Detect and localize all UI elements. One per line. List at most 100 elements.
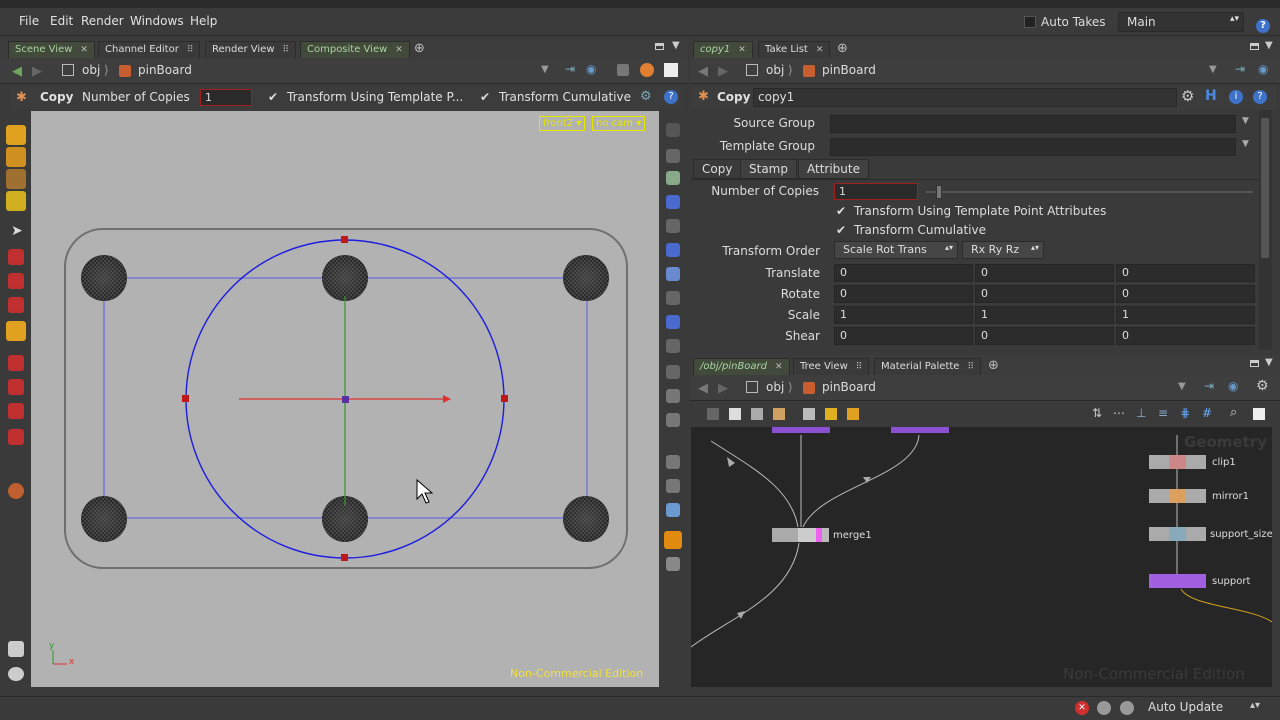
pin-icon[interactable]: ⠿ — [856, 362, 863, 372]
uv-icon[interactable] — [666, 315, 680, 329]
note-icon[interactable] — [825, 408, 837, 420]
scale-y[interactable]: 1 — [975, 306, 1114, 324]
search-icon[interactable]: ⌕ — [1230, 405, 1237, 420]
brush-tool-icon[interactable] — [6, 191, 26, 211]
help-icon[interactable]: ? — [1256, 19, 1270, 33]
move-tool-icon[interactable] — [8, 249, 24, 265]
auto-takes-toggle[interactable]: Auto Takes — [1024, 13, 1106, 31]
paint-tool-icon[interactable] — [6, 169, 26, 189]
menu-file[interactable]: File — [19, 14, 39, 28]
tab-attribute[interactable]: Attribute — [798, 159, 869, 179]
camera-icon[interactable] — [1253, 408, 1265, 420]
shear-x[interactable]: 0 — [834, 327, 973, 345]
display-icon[interactable] — [664, 63, 678, 77]
node-place-grid-2[interactable] — [891, 427, 949, 433]
list-icon[interactable] — [707, 408, 719, 420]
gear-icon[interactable]: ⚙ — [1181, 87, 1194, 105]
flipbook-icon[interactable] — [666, 479, 680, 493]
snap-icon[interactable]: ⋕ — [1180, 406, 1190, 420]
menu-render[interactable]: Render — [81, 14, 124, 28]
lights-icon[interactable] — [666, 389, 680, 403]
node-name-field[interactable]: copy1 — [753, 88, 1177, 107]
copies-slider-track[interactable] — [926, 191, 1253, 193]
scale-x[interactable]: 1 — [834, 306, 973, 324]
tab-copy1[interactable]: copy1 ✕ — [693, 41, 753, 59]
translate-y[interactable]: 0 — [975, 264, 1114, 282]
tab-material-palette[interactable]: Material Palette ⠿ — [874, 358, 982, 376]
update-mode[interactable]: Auto Update — [1148, 700, 1223, 714]
link-icon[interactable]: ◉ — [1228, 379, 1238, 393]
link-icon[interactable]: ◉ — [1258, 62, 1268, 76]
path-root[interactable]: obj — [766, 63, 784, 77]
error-icon[interactable]: ✕ — [1075, 701, 1089, 715]
link-icon[interactable]: ◉ — [586, 62, 596, 76]
gear-icon[interactable]: ⚙ — [1256, 378, 1269, 394]
node-mirror1[interactable] — [1149, 489, 1206, 503]
tool-settings-icon[interactable]: ⚙ — [640, 89, 652, 104]
copies-slider-handle[interactable] — [936, 185, 942, 199]
visualize-icon[interactable] — [666, 413, 680, 427]
layout-icon[interactable] — [664, 531, 682, 549]
param-scroll-thumb[interactable] — [1261, 118, 1269, 258]
rotate-z[interactable]: 0 — [1116, 285, 1255, 303]
rotate-x[interactable]: 0 — [834, 285, 973, 303]
sort-icon[interactable]: ⇅ — [1092, 406, 1102, 420]
back-icon[interactable]: ◀ — [698, 381, 708, 396]
node-support-size[interactable] — [1149, 527, 1206, 541]
node-merge1[interactable] — [772, 528, 829, 542]
light-icon[interactable] — [640, 63, 654, 77]
tab-channel-editor[interactable]: Channel Editor ⠿ — [98, 41, 201, 59]
pane-menu-icon[interactable]: ▼ — [1265, 357, 1273, 368]
path-root[interactable]: obj — [766, 380, 784, 394]
camera-icon[interactable] — [8, 667, 24, 681]
render-icon[interactable] — [8, 483, 24, 499]
pivot-handle[interactable] — [342, 396, 349, 403]
path-root[interactable]: obj — [82, 63, 100, 77]
magnet-icon[interactable] — [8, 429, 24, 445]
snap-prim-icon[interactable] — [8, 379, 24, 395]
checkmark-icon[interactable]: ✔ — [480, 90, 490, 104]
translate-z[interactable]: 0 — [1116, 264, 1255, 282]
checkmark-icon[interactable]: ✔ — [836, 223, 846, 237]
maximize-icon[interactable] — [1250, 360, 1259, 367]
copies-field[interactable]: 1 — [200, 89, 252, 106]
dots-icon[interactable]: ⋯ — [1113, 406, 1125, 420]
path-node[interactable]: pinBoard — [822, 63, 876, 77]
add-tab-icon[interactable]: ⊕ — [988, 358, 999, 373]
grid-view-icon[interactable] — [773, 408, 785, 420]
add-tab-icon[interactable]: ⊕ — [414, 41, 425, 56]
camera-lock-icon[interactable] — [666, 557, 680, 571]
forward-icon[interactable]: ▶ — [718, 64, 728, 79]
path-dropdown-icon[interactable]: ▼ — [1178, 381, 1186, 392]
render-region-icon[interactable] — [666, 503, 680, 517]
pin-icon[interactable]: ⇥ — [565, 62, 575, 76]
dropdown-icon[interactable]: ▼ — [1242, 116, 1249, 126]
tab-composite-view[interactable]: Composite View ✕ — [300, 41, 410, 59]
tab-tree-view[interactable]: Tree View ⠿ — [793, 358, 870, 376]
info-icon[interactable]: i — [1229, 90, 1243, 104]
page-icon[interactable] — [729, 408, 741, 420]
auto-takes-checkbox[interactable] — [1024, 16, 1036, 28]
hierarchy-icon[interactable]: H — [1205, 88, 1217, 104]
menu-windows[interactable]: Windows — [130, 14, 184, 28]
scale-z[interactable]: 1 — [1116, 306, 1255, 324]
transform-order-menu[interactable]: Scale Rot Trans ▴▾ — [834, 241, 958, 259]
snap-grid-icon[interactable] — [8, 355, 24, 371]
shear-z[interactable]: 0 — [1116, 327, 1255, 345]
back-icon[interactable]: ◀ — [698, 64, 708, 79]
shear-y[interactable]: 0 — [975, 327, 1114, 345]
back-icon[interactable]: ◀ — [12, 64, 22, 79]
close-icon[interactable]: ✕ — [395, 45, 403, 55]
pin-icon[interactable]: ⠿ — [187, 45, 194, 55]
select-tool-icon[interactable] — [6, 125, 26, 145]
grid-icon[interactable]: # — [1202, 406, 1212, 420]
camera-menu[interactable]: no cam ▾ — [592, 116, 646, 131]
close-icon[interactable]: ✕ — [80, 45, 88, 55]
checkmark-icon[interactable]: ✔ — [836, 204, 846, 218]
ghost-icon[interactable] — [666, 149, 680, 163]
shading-icon[interactable] — [617, 64, 629, 76]
camera-view-menu[interactable]: front2 ▾ — [539, 116, 586, 131]
save-icon[interactable] — [751, 408, 763, 420]
maximize-icon[interactable] — [1250, 43, 1259, 50]
network-editor[interactable]: merge1 clip1 mirror1 support_size_ suppo… — [691, 427, 1272, 687]
